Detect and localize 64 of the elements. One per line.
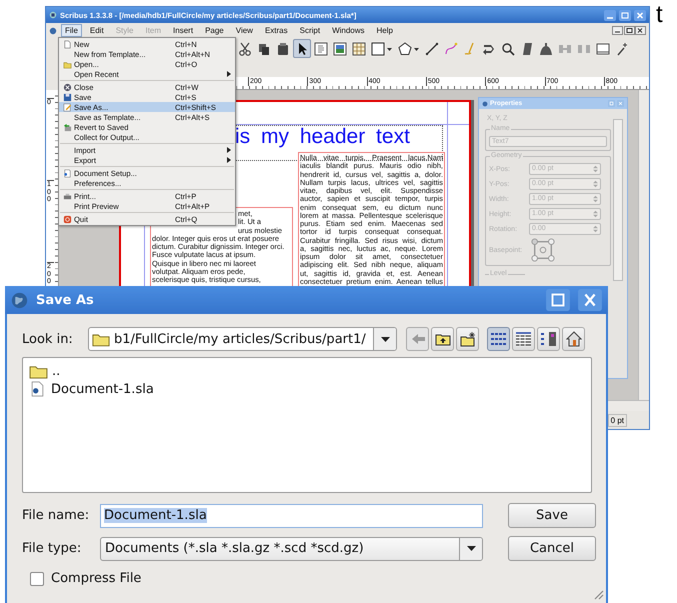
- menu-bar-item[interactable]: Insert: [169, 24, 198, 37]
- close-button[interactable]: [634, 10, 646, 20]
- preview-view-icon: [540, 331, 557, 347]
- resize-grip-icon[interactable]: [592, 588, 604, 600]
- menu-bar-item[interactable]: Help: [372, 24, 397, 37]
- file-type-dropdown[interactable]: Documents (*.sla *.sla.gz *.scd *scd.gz): [100, 536, 483, 560]
- compress-file-label: Compress File: [51, 571, 142, 586]
- look-in-label: Look in:: [22, 332, 74, 346]
- minimize-button[interactable]: [604, 10, 616, 20]
- list-view-icon: [490, 331, 507, 347]
- dialog-title: Save As: [36, 292, 94, 308]
- home-button[interactable]: [562, 327, 585, 351]
- preview-view-button[interactable]: [537, 327, 560, 351]
- caret-icon: [380, 336, 390, 342]
- file-list-item[interactable]: Document-1.sla: [29, 380, 585, 398]
- folder-icon: [62, 60, 72, 68]
- folder-icon: [29, 364, 48, 378]
- close-icon: [62, 82, 72, 92]
- save-button[interactable]: Save: [508, 503, 596, 528]
- page-icon: [62, 40, 72, 48]
- document-menu-icon[interactable]: [49, 26, 57, 34]
- house-icon: [566, 331, 582, 347]
- document-icon: [31, 381, 44, 397]
- menu-bar-item[interactable]: Edit: [86, 24, 108, 37]
- menu-bar-item[interactable]: Page: [201, 24, 228, 37]
- detail-view-icon: [515, 331, 532, 347]
- new-folder-icon: [460, 331, 476, 347]
- list-view-button[interactable]: [487, 327, 510, 351]
- new-folder-button[interactable]: [456, 327, 479, 351]
- maximize-button[interactable]: [619, 10, 631, 20]
- cut-off-text: t: [656, 2, 663, 28]
- quit-icon: [62, 214, 72, 224]
- look-in-dropdown[interactable]: b1/FullCircle/my articles/Scribus/part1/: [88, 327, 397, 351]
- document-icon: [62, 168, 72, 178]
- cancel-button[interactable]: Cancel: [508, 536, 596, 561]
- menu-bar-item[interactable]: Windows: [328, 24, 369, 37]
- compress-checkbox[interactable]: [30, 572, 44, 586]
- maximize-button[interactable]: [546, 289, 570, 311]
- revert-icon: [62, 122, 72, 132]
- menu-bar-item[interactable]: Extras: [260, 24, 292, 37]
- floppy-icon: [62, 92, 72, 102]
- file-type-label: File type:: [22, 541, 82, 556]
- file-name-label: File name:: [22, 508, 90, 523]
- pencil-page-icon: [62, 102, 72, 112]
- header-text: is my header text: [235, 126, 410, 148]
- pointer-icon[interactable]: [293, 39, 311, 58]
- app-logo-icon: [49, 11, 57, 19]
- back-arrow-icon: [410, 331, 426, 347]
- close-button[interactable]: [578, 289, 602, 311]
- folder-icon: [92, 332, 110, 346]
- folder-up-button[interactable]: [431, 327, 454, 351]
- menu-bar-item[interactable]: View: [232, 24, 257, 37]
- menu-bar-item[interactable]: Script: [296, 24, 324, 37]
- file-name-field[interactable]: Document-1.sla: [100, 504, 483, 528]
- menu-bar-item[interactable]: File: [61, 24, 82, 37]
- panel-logo-icon: [482, 100, 488, 106]
- detail-view-button[interactable]: [512, 327, 535, 351]
- mdi-controls-icon[interactable]: [612, 26, 646, 35]
- file-list-item[interactable]: ..: [29, 362, 585, 380]
- vertical-scrollbar[interactable]: [638, 90, 649, 400]
- printer-icon: [62, 192, 72, 200]
- globe-icon: [11, 292, 28, 308]
- caret-icon: [466, 546, 476, 551]
- status-field: 0 pt: [608, 414, 627, 426]
